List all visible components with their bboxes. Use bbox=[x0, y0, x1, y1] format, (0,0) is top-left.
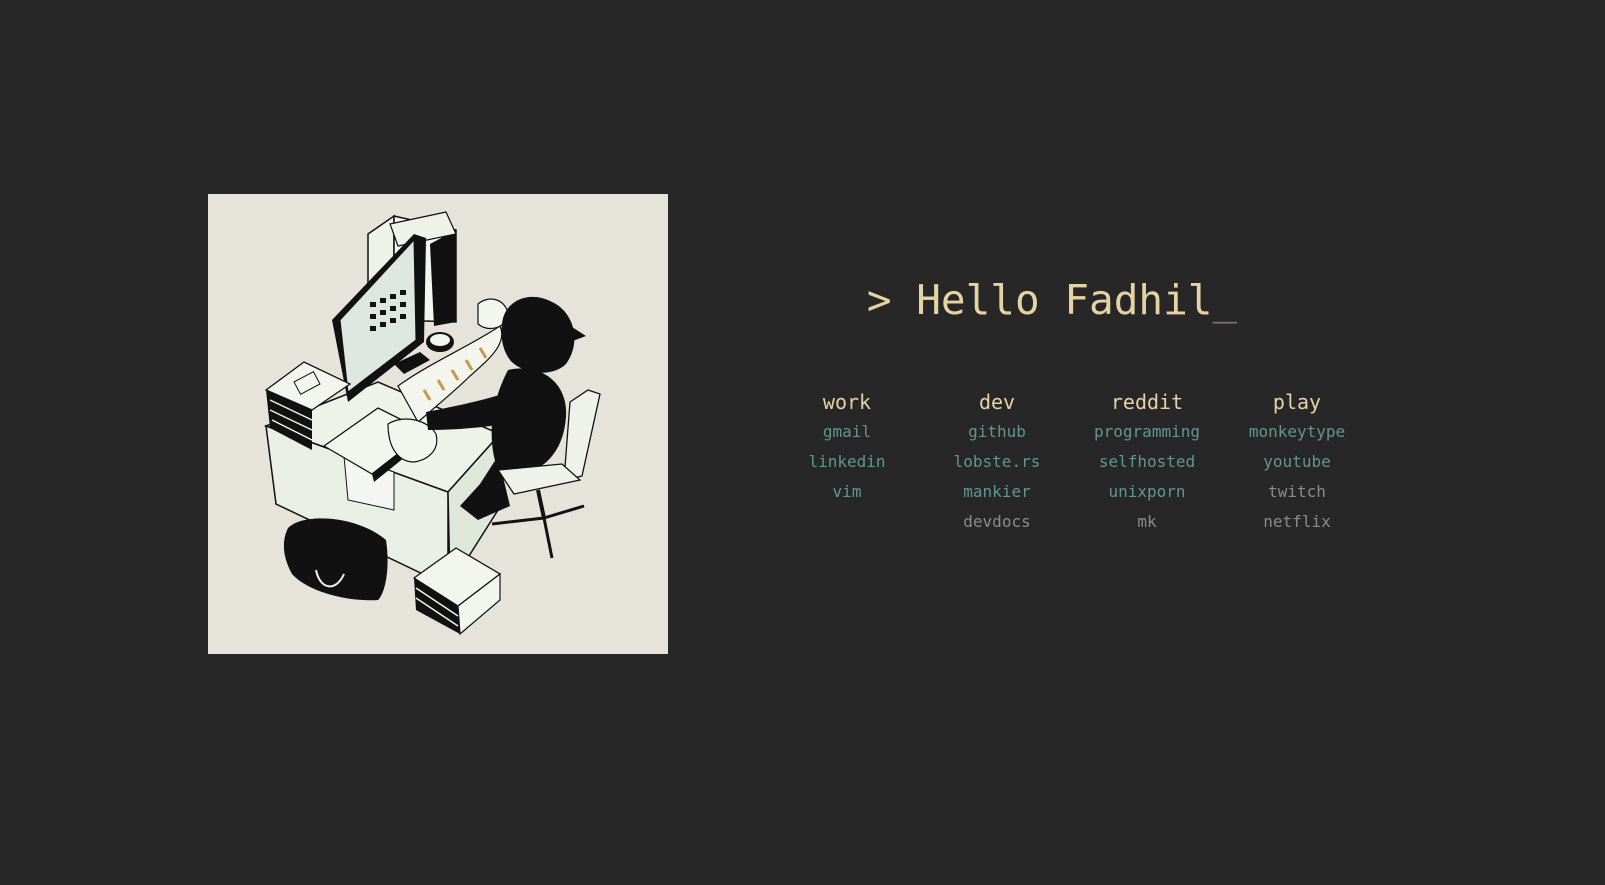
link-github[interactable]: github bbox=[922, 417, 1072, 447]
desk-illustration-icon bbox=[263, 211, 601, 636]
greeting-cursor: _ bbox=[1212, 276, 1238, 324]
link-netflix[interactable]: netflix bbox=[1222, 507, 1372, 537]
link-lobsters[interactable]: lobste.rs bbox=[922, 447, 1072, 477]
greeting-prompt: > bbox=[866, 276, 892, 324]
link-vim[interactable]: vim bbox=[772, 477, 922, 507]
link-mankier[interactable]: mankier bbox=[922, 477, 1072, 507]
greeting-text: Hello Fadhil bbox=[916, 276, 1213, 324]
link-devdocs[interactable]: devdocs bbox=[922, 507, 1072, 537]
column-title: dev bbox=[978, 390, 1016, 414]
link-monkeytype[interactable]: monkeytype bbox=[1222, 417, 1372, 447]
bookmark-columns: work gmail linkedin vim dev github lobst… bbox=[772, 387, 1372, 547]
link-gmail[interactable]: gmail bbox=[772, 417, 922, 447]
link-twitch[interactable]: twitch bbox=[1222, 477, 1372, 507]
column-reddit: reddit programming selfhosted unixporn m… bbox=[1072, 387, 1222, 537]
column-title: reddit bbox=[1110, 390, 1184, 414]
link-programming[interactable]: programming bbox=[1072, 417, 1222, 447]
greeting-heading: > Hello Fadhil_ bbox=[0, 274, 1605, 326]
link-unixporn[interactable]: unixporn bbox=[1072, 477, 1222, 507]
column-play: play monkeytype youtube twitch netflix bbox=[1222, 387, 1372, 537]
link-youtube[interactable]: youtube bbox=[1222, 447, 1372, 477]
column-work: work gmail linkedin vim bbox=[772, 387, 922, 507]
link-selfhosted[interactable]: selfhosted bbox=[1072, 447, 1222, 477]
startpage: > Hello Fadhil_ work gmail linkedin vim … bbox=[0, 0, 1605, 885]
link-mk[interactable]: mk bbox=[1072, 507, 1222, 537]
column-title: work bbox=[822, 390, 872, 414]
link-linkedin[interactable]: linkedin bbox=[772, 447, 922, 477]
column-dev: dev github lobste.rs mankier devdocs bbox=[922, 387, 1072, 537]
column-title: play bbox=[1272, 390, 1322, 414]
desk-illustration bbox=[208, 194, 668, 654]
